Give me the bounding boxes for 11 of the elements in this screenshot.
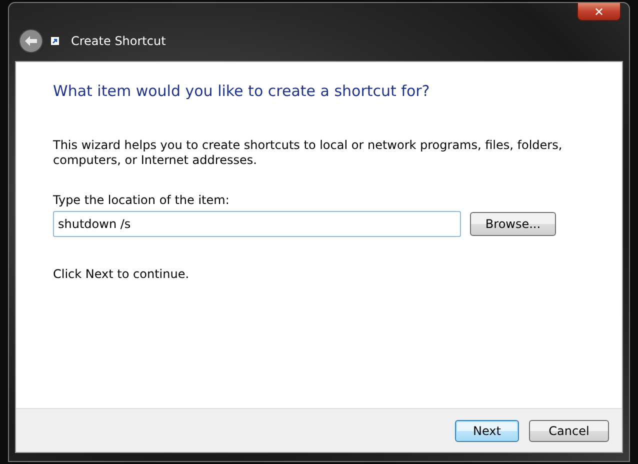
wizard-heading: What item would you like to create a shortcut for? (53, 82, 431, 100)
wizard-description: This wizard helps you to create shortcuts to local or network programs, files, folders, computers, or Internet addresses. (53, 138, 564, 168)
window-title: Create Shortcut (71, 34, 166, 48)
location-field[interactable]: shutdown /s (53, 211, 461, 237)
browse-button[interactable]: Browse... (470, 212, 556, 236)
next-button[interactable]: Next (455, 420, 519, 442)
location-label: Type the location of the item: (53, 193, 230, 207)
cancel-button[interactable]: Cancel (529, 420, 609, 442)
continue-hint: Click Next to continue. (53, 267, 190, 281)
close-button[interactable]: ✕ (577, 3, 621, 21)
shortcut-icon (51, 37, 59, 45)
